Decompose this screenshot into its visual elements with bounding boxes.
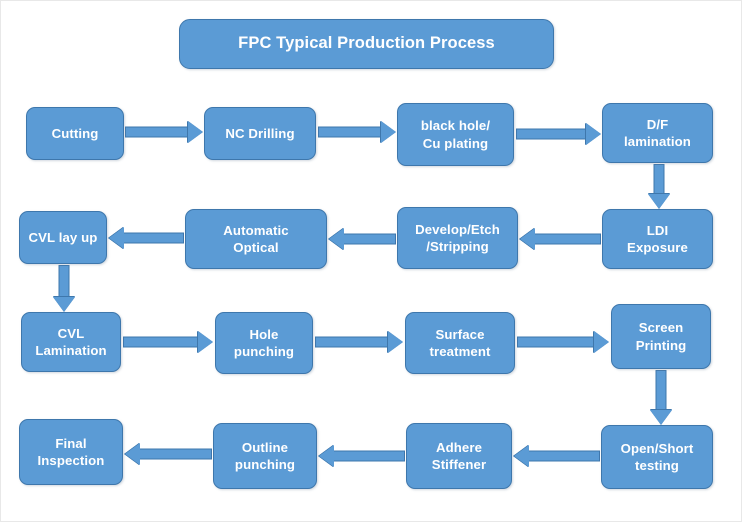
process-node-label: CVL Lamination: [35, 325, 107, 358]
process-node-cvl-lamination[interactable]: CVL Lamination: [21, 312, 121, 372]
process-node-cvl-lay-up[interactable]: CVL lay up: [19, 211, 107, 264]
arrow-shaft: [58, 265, 70, 299]
arrow-shaft: [123, 336, 200, 348]
process-node-label: CVL lay up: [28, 229, 98, 245]
arrow-shaft: [138, 448, 212, 460]
arrow-cvl-lay-up-to-cvl-lamination: [51, 265, 77, 312]
arrow-shaft: [527, 450, 600, 462]
process-node-label: NC Drilling: [225, 125, 295, 141]
arrow-outline-punching-to-final-inspection: [125, 441, 212, 467]
arrow-ldi-exposure-to-develop-etch: [520, 226, 601, 252]
diagram-title-label: FPC Typical Production Process: [238, 34, 495, 53]
arrow-nc-drilling-to-black-hole: [318, 119, 396, 145]
arrow-hole-punching-to-surface-treatment: [315, 329, 403, 355]
arrow-adhere-stiffener-to-outline-punching: [319, 443, 405, 469]
process-node-label: Open/Short testing: [620, 440, 694, 473]
process-node-final-inspection[interactable]: Final Inspection: [19, 419, 123, 485]
process-node-nc-drilling[interactable]: NC Drilling: [204, 107, 316, 160]
arrow-automatic-optical-to-cvl-lay-up: [109, 225, 184, 251]
arrow-shaft: [516, 128, 588, 140]
process-node-ldi-exposure[interactable]: LDI Exposure: [602, 209, 713, 269]
arrow-head-icon: [109, 227, 124, 249]
process-node-label: Develop/Etch /Stripping: [415, 221, 500, 254]
arrow-shaft: [315, 336, 390, 348]
process-node-adhere-stiffener[interactable]: Adhere Stiffener: [406, 423, 512, 489]
arrow-head-icon: [594, 331, 609, 353]
process-node-label: Hole punching: [233, 326, 295, 359]
process-node-outline-punching[interactable]: Outline punching: [213, 423, 317, 489]
arrow-head-icon: [125, 443, 140, 465]
process-node-develop-etch[interactable]: Develop/Etch /Stripping: [397, 207, 518, 269]
process-node-screen-printing[interactable]: Screen Printing: [611, 304, 711, 369]
process-node-label: Screen Printing: [635, 320, 687, 353]
process-node-label: Cutting: [51, 125, 99, 141]
arrow-cvl-lamination-to-hole-punching: [123, 329, 213, 355]
arrow-head-icon: [188, 121, 203, 143]
arrow-head-icon: [514, 445, 529, 467]
process-node-df-lamination[interactable]: D/F lamination: [602, 103, 713, 163]
arrow-develop-etch-to-automatic-optical: [329, 226, 396, 252]
process-node-label: Surface treatment: [429, 326, 491, 359]
arrow-open-short-to-adhere-stiffener: [514, 443, 600, 469]
diagram-title-box: FPC Typical Production Process: [179, 19, 554, 69]
process-node-label: Automatic Optical: [223, 222, 289, 255]
arrow-cutting-to-nc-drilling: [125, 119, 203, 145]
arrow-head-icon: [198, 331, 213, 353]
arrow-head-icon: [53, 297, 75, 312]
arrow-shaft: [125, 126, 190, 138]
arrow-df-lamination-to-ldi-exposure: [646, 164, 672, 209]
arrow-head-icon: [650, 410, 672, 425]
process-node-label: Outline punching: [234, 439, 296, 472]
arrow-shaft: [653, 164, 665, 196]
process-node-black-hole[interactable]: black hole/ Cu plating: [397, 103, 514, 166]
process-node-cutting[interactable]: Cutting: [26, 107, 124, 160]
process-node-label: D/F lamination: [624, 116, 691, 149]
process-node-label: LDI Exposure: [627, 222, 688, 255]
arrow-head-icon: [388, 331, 403, 353]
arrow-head-icon: [329, 228, 344, 250]
arrow-shaft: [517, 336, 596, 348]
arrow-shaft: [332, 450, 405, 462]
arrow-surface-treatment-to-screen-printing: [517, 329, 609, 355]
process-node-open-short-testing[interactable]: Open/Short testing: [601, 425, 713, 489]
process-node-automatic-optical[interactable]: Automatic Optical: [185, 209, 327, 269]
process-node-label: Final Inspection: [37, 435, 105, 468]
arrow-shaft: [655, 370, 667, 412]
arrow-shaft: [533, 233, 601, 245]
flowchart-canvas: FPC Typical Production Process Cutting NC …: [0, 0, 742, 522]
process-node-surface-treatment[interactable]: Surface treatment: [405, 312, 515, 374]
arrow-shaft: [318, 126, 383, 138]
arrow-shaft: [342, 233, 396, 245]
arrow-head-icon: [586, 123, 601, 145]
arrow-head-icon: [648, 194, 670, 209]
process-node-label: Adhere Stiffener: [431, 439, 487, 472]
arrow-black-hole-to-df-lamination: [516, 121, 601, 147]
arrow-shaft: [122, 232, 184, 244]
process-node-hole-punching[interactable]: Hole punching: [215, 312, 313, 374]
process-node-label: black hole/ Cu plating: [420, 118, 491, 151]
arrow-head-icon: [319, 445, 334, 467]
arrow-head-icon: [520, 228, 535, 250]
arrow-screen-printing-to-open-short: [648, 370, 674, 425]
arrow-head-icon: [381, 121, 396, 143]
